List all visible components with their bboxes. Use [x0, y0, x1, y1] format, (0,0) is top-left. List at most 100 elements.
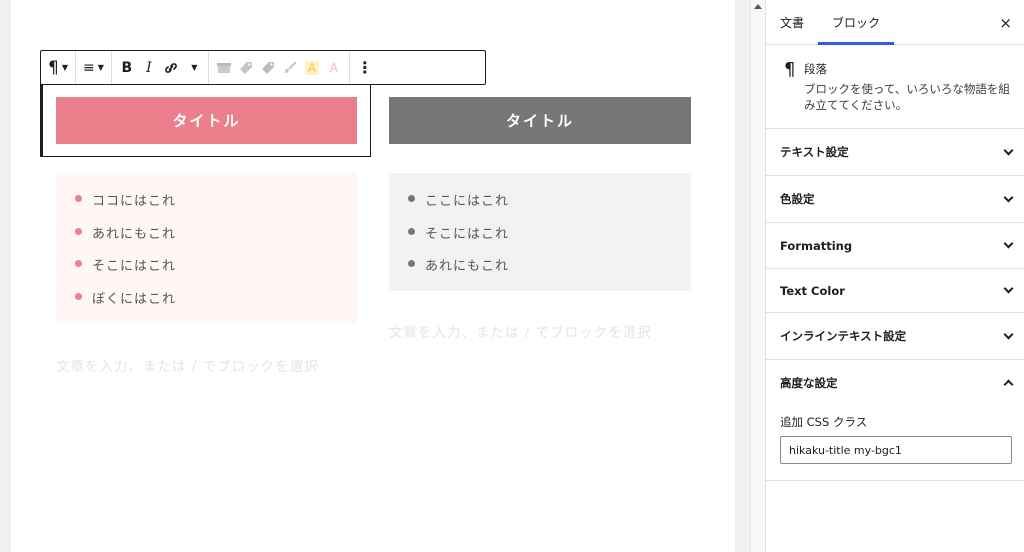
bold-icon: B	[121, 59, 133, 76]
chevron-down-icon	[1003, 145, 1014, 155]
tab-block[interactable]: ブロック	[818, 0, 895, 45]
italic-button[interactable]: I	[138, 54, 160, 82]
block-description: ブロックを使って、いろいろな物語を組み立ててください。	[804, 82, 1010, 112]
list-item: ここにはこれ	[389, 190, 691, 223]
paragraph-icon: ¶	[48, 57, 59, 78]
gray-title-block[interactable]: タイトル	[389, 97, 691, 144]
bullet-icon	[408, 195, 415, 202]
advanced-panel-body: 追加 CSS クラス	[766, 406, 1024, 481]
editor-gutter-right	[735, 0, 750, 552]
panel-advanced[interactable]: 高度な設定	[766, 360, 1024, 406]
panel-text-settings[interactable]: テキスト設定	[766, 129, 1024, 176]
block-card: ¶ 段落 ブロックを使って、いろいろな物語を組み立ててください。	[766, 45, 1024, 129]
paragraph-block-button[interactable]: ¶ ▼	[45, 54, 71, 82]
alignment-group: ≡ ▼	[76, 51, 112, 84]
title-text: タイトル	[505, 112, 574, 130]
list-item-text: ぼくにはこれ	[92, 291, 177, 307]
text-color-button[interactable]: A	[323, 54, 345, 82]
list-item: ココにはこれ	[56, 190, 357, 223]
tag-icon	[239, 61, 252, 74]
link-button[interactable]	[160, 54, 182, 82]
paragraph-placeholder[interactable]: 文章を入力、または / でブロックを選択	[389, 318, 659, 349]
highlight-icon: A	[304, 60, 319, 75]
list-item: あれにもこれ	[56, 223, 357, 256]
bullet-icon	[408, 260, 415, 267]
list-item: そこにはこれ	[389, 223, 691, 256]
italic-icon: I	[146, 59, 152, 76]
chevron-down-icon	[1003, 283, 1014, 294]
panel-title: インラインテキスト設定	[780, 329, 907, 343]
chevron-up-icon	[1003, 379, 1014, 390]
chevron-down-icon	[1003, 238, 1014, 249]
more-vertical-icon: ⋮	[356, 58, 373, 77]
list-item: そこにはこれ	[56, 255, 357, 288]
block-type-group: ¶ ▼	[41, 51, 76, 84]
block-name: 段落	[804, 62, 827, 76]
chevron-down-icon: ▼	[191, 63, 198, 72]
more-format-button[interactable]: ▼	[182, 54, 204, 82]
tag-icon	[261, 61, 274, 74]
css-class-label: 追加 CSS クラス	[780, 415, 868, 429]
format-group: B I ▼	[112, 51, 209, 84]
bullet-list: ここにはこれ そこにはこれ あれにもこれ	[389, 190, 691, 288]
more-options-button[interactable]: ⋮	[354, 54, 376, 82]
scroll-up-arrow-icon[interactable]	[754, 4, 762, 9]
tag-button[interactable]	[235, 54, 257, 82]
paragraph-icon: ¶	[784, 59, 796, 80]
panel-formatting[interactable]: Formatting	[766, 223, 1024, 269]
panel-text-color[interactable]: Text Color	[766, 269, 1024, 313]
close-icon[interactable]: ×	[999, 14, 1012, 32]
paragraph-placeholder[interactable]: 文章を入力、または / でブロックを選択	[56, 352, 326, 383]
text-color-icon: A	[329, 60, 338, 75]
editor-gutter-left	[0, 0, 11, 552]
block-card-content: 段落 ブロックを使って、いろいろな物語を組み立ててください。	[804, 61, 1010, 112]
bullet-icon	[75, 195, 82, 202]
chevron-down-icon	[1003, 192, 1014, 202]
panel-title: Formatting	[780, 238, 853, 253]
list-item-text: そこにはこれ	[92, 259, 177, 274]
panel-title: 高度な設定	[780, 376, 838, 390]
list-item: あれにもこれ	[389, 255, 691, 288]
panel-color-settings[interactable]: 色設定	[766, 176, 1024, 223]
panel-inline-text-settings[interactable]: インラインテキスト設定	[766, 313, 1024, 360]
align-button[interactable]: ≡ ▼	[80, 54, 107, 82]
brush-button[interactable]	[279, 54, 301, 82]
bullet-icon	[75, 292, 82, 300]
editor-scrollbar[interactable]	[750, 0, 765, 552]
block-toolbar: ¶ ▼ ≡ ▼ B I ▼ A A ⋮	[40, 50, 486, 85]
list-item-text: ここにはこれ	[425, 194, 510, 209]
list-item: ぼくにはこれ	[56, 288, 357, 321]
highlight-button[interactable]: A	[301, 54, 323, 82]
list-item-text: あれにもこれ	[92, 226, 177, 242]
panel-title: テキスト設定	[780, 145, 849, 159]
chevron-down-icon	[1003, 329, 1014, 339]
list-item-text: ココにはこれ	[92, 194, 177, 209]
archive-icon	[216, 62, 231, 73]
link-icon	[165, 62, 177, 73]
tag-alt-button[interactable]	[257, 54, 279, 82]
title-text: タイトル	[172, 112, 241, 130]
bullet-list: ココにはこれ あれにもこれ そこにはこれ ぼくにはこれ	[56, 190, 357, 320]
sidebar-tabs: 文書 ブロック ×	[766, 0, 1024, 45]
bullet-icon	[75, 260, 82, 267]
list-item-text: そこにはこれ	[425, 226, 510, 242]
bullet-icon	[75, 227, 82, 235]
pink-title-block[interactable]: タイトル	[56, 97, 357, 144]
options-group: ⋮	[350, 51, 380, 84]
tab-document[interactable]: 文書	[766, 0, 818, 45]
chevron-down-icon: ▼	[97, 63, 104, 72]
gray-list-block[interactable]: ここにはこれ そこにはこれ あれにもこれ	[389, 173, 691, 291]
align-left-icon: ≡	[82, 59, 95, 76]
bold-button[interactable]: B	[116, 54, 138, 82]
panel-title: 色設定	[780, 192, 815, 206]
archive-button[interactable]	[213, 54, 235, 82]
bullet-icon	[408, 227, 415, 235]
chevron-down-icon: ▼	[61, 63, 68, 72]
settings-sidebar: 文書 ブロック × ¶ 段落 ブロックを使って、いろいろな物語を組み立ててくださ…	[765, 0, 1024, 552]
pink-list-block[interactable]: ココにはこれ あれにもこれ そこにはこれ ぼくにはこれ	[56, 173, 357, 324]
plugin-format-group: A A	[209, 51, 350, 84]
list-item-text: あれにもこれ	[425, 259, 510, 274]
brush-icon	[284, 60, 297, 73]
css-class-input[interactable]	[780, 436, 1012, 464]
panel-title: Text Color	[780, 283, 845, 298]
